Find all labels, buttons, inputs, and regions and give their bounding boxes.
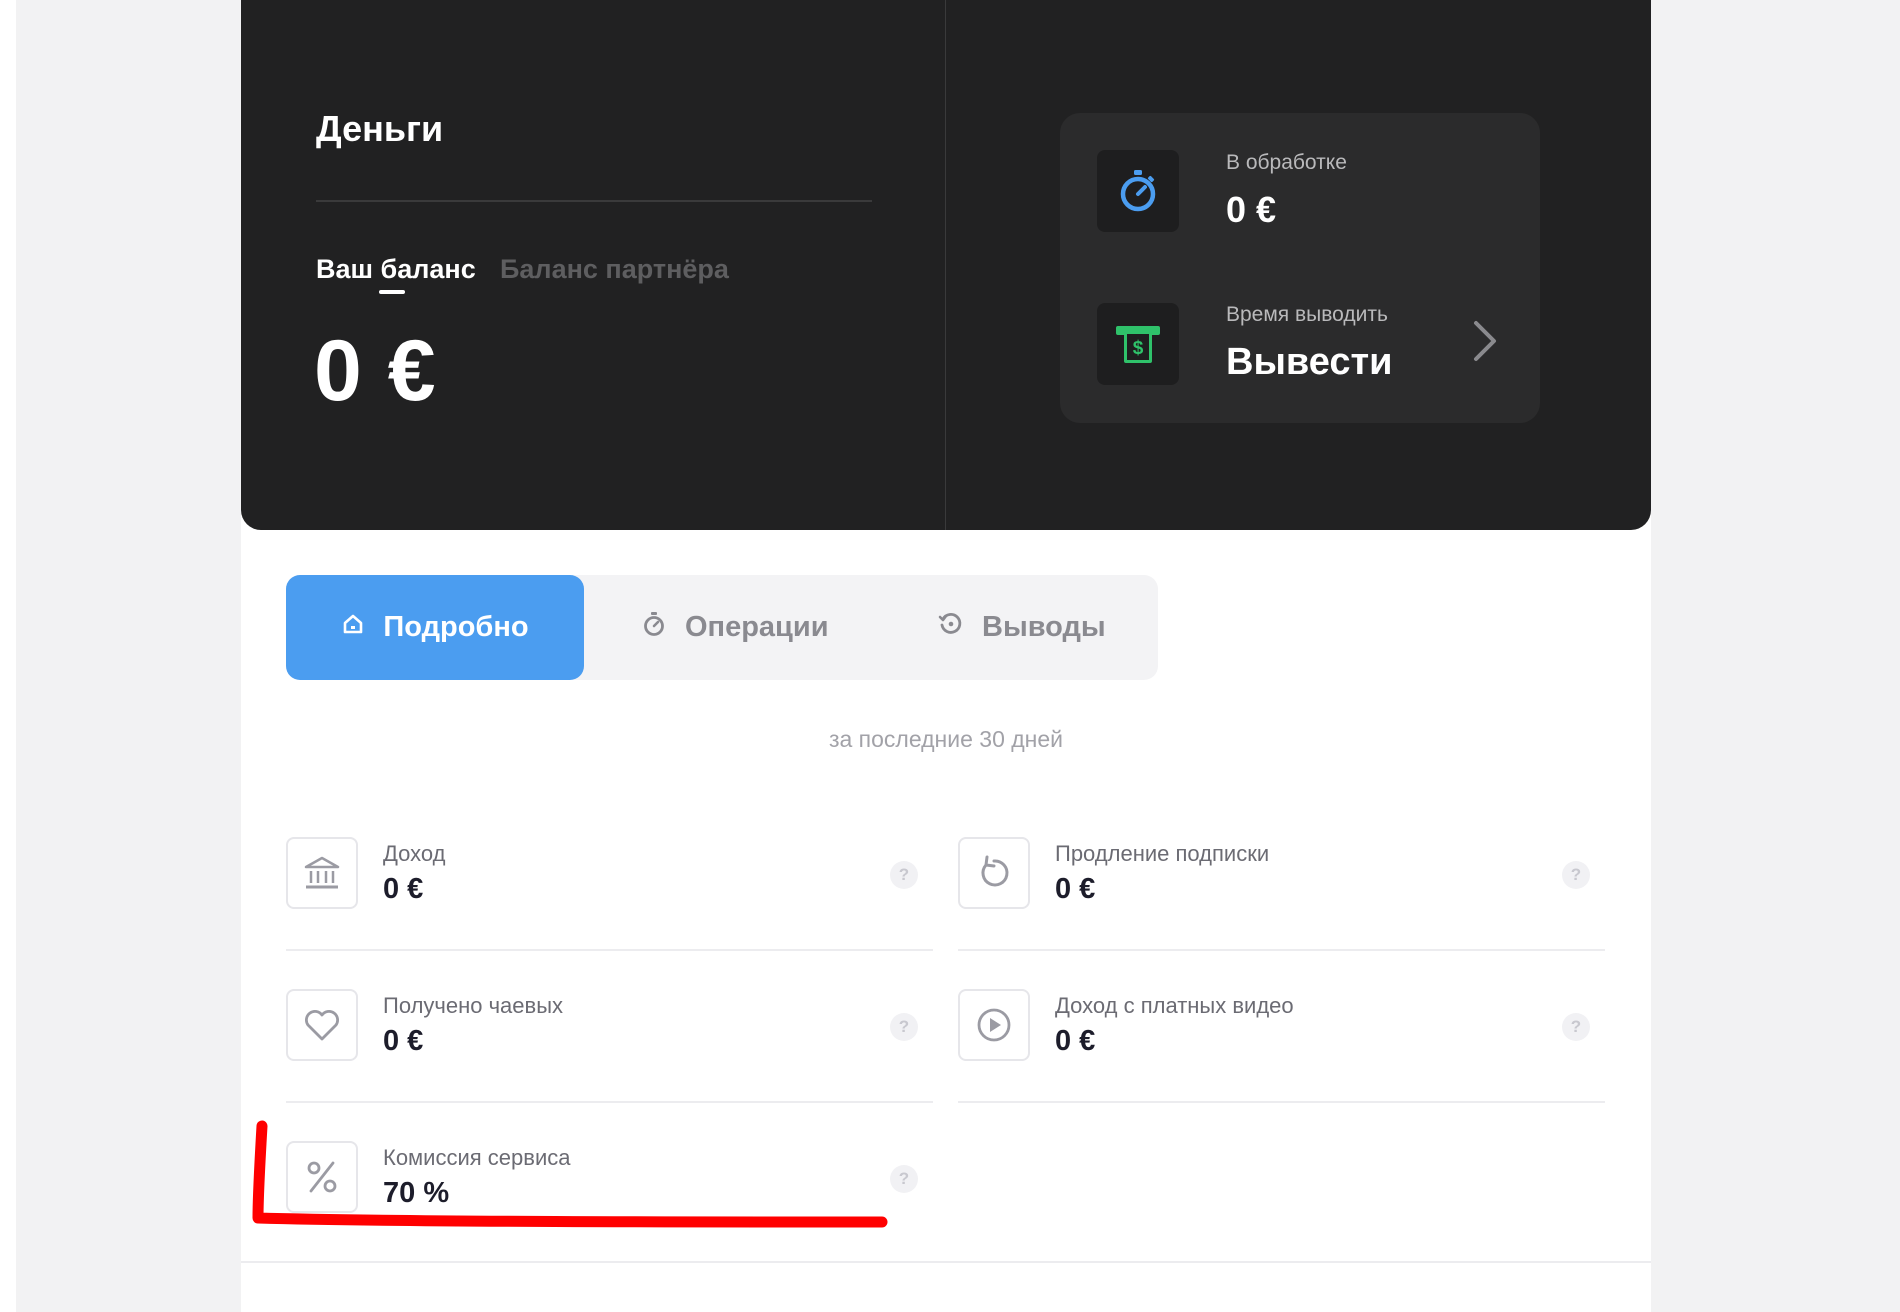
bottom-divider (241, 1261, 1651, 1263)
percent-icon (286, 1141, 358, 1213)
balance-amount: 0 € (314, 323, 437, 419)
stat-income-value: 0 € (383, 873, 424, 905)
help-icon[interactable]: ? (890, 1013, 918, 1041)
bank-icon (286, 837, 358, 909)
stat-tips: Получено чаевых 0 € ? (286, 989, 933, 1139)
tab-operations[interactable]: Операции (641, 575, 829, 680)
tab-own-balance[interactable]: Ваш баланс (316, 254, 476, 285)
processing-value: 0 € (1226, 189, 1277, 230)
processing-label: В обработке (1226, 151, 1347, 174)
active-tab-indicator (379, 290, 405, 294)
stat-income: Доход 0 € ? (286, 837, 933, 987)
chevron-right-icon[interactable] (1470, 319, 1500, 368)
tab-details[interactable]: Подробно (286, 575, 584, 680)
hero-divider (945, 0, 946, 530)
help-icon[interactable]: ? (1562, 861, 1590, 889)
tab-details-label: Подробно (383, 611, 529, 643)
stat-renewal-value: 0 € (1055, 873, 1096, 905)
help-icon[interactable]: ? (890, 861, 918, 889)
stat-tips-value: 0 € (383, 1025, 424, 1057)
money-page: Деньги Ваш баланс Баланс партнёра 0 € В … (241, 0, 1651, 1312)
stat-commission-value: 70 % (383, 1177, 450, 1209)
help-icon[interactable]: ? (890, 1165, 918, 1193)
tab-withdrawals[interactable]: Выводы (938, 575, 1106, 680)
stat-divider (286, 949, 933, 951)
stopwatch-icon (641, 611, 667, 645)
stat-video-value: 0 € (1055, 1025, 1096, 1057)
help-icon[interactable]: ? (1562, 1013, 1590, 1041)
stat-video-label: Доход с платных видео (1055, 993, 1294, 1018)
withdraw-label: Время выводить (1226, 303, 1388, 326)
page-title: Деньги (316, 108, 444, 149)
stat-divider (286, 1101, 933, 1103)
home-icon (341, 611, 365, 644)
history-icon (938, 611, 964, 645)
stat-divider (958, 1101, 1605, 1103)
heart-icon (286, 989, 358, 1061)
balance-hero: Деньги Ваш баланс Баланс партнёра 0 € В … (241, 0, 1651, 530)
title-divider (316, 200, 872, 202)
payout-card: В обработке 0 € $ Время выводить Вывести (1060, 113, 1540, 423)
cash-withdraw-icon: $ (1097, 303, 1179, 385)
play-icon (958, 989, 1030, 1061)
withdraw-button[interactable]: Вывести (1226, 341, 1393, 384)
page-left-gutter (0, 0, 16, 1312)
tab-partner-balance[interactable]: Баланс партнёра (500, 254, 729, 285)
svg-text:$: $ (1133, 338, 1144, 359)
tab-operations-label: Операции (685, 611, 829, 643)
stopwatch-icon (1097, 150, 1179, 232)
stat-paid-video-income: Доход с платных видео 0 € ? (958, 989, 1605, 1139)
detail-tabs: Подробно Операции Выводы (286, 575, 1158, 680)
stat-subscription-renewal: Продление подписки 0 € ? (958, 837, 1605, 987)
stat-tips-label: Получено чаевых (383, 993, 564, 1018)
refresh-icon (958, 837, 1030, 909)
stat-divider (958, 949, 1605, 951)
stat-commission-label: Комиссия сервиса (383, 1145, 571, 1170)
stat-service-commission: Комиссия сервиса 70 % ? (286, 1141, 933, 1291)
stat-income-label: Доход (383, 841, 446, 866)
period-caption: за последние 30 дней (828, 726, 1064, 752)
stat-renewal-label: Продление подписки (1055, 841, 1270, 866)
tab-withdrawals-label: Выводы (982, 611, 1106, 643)
